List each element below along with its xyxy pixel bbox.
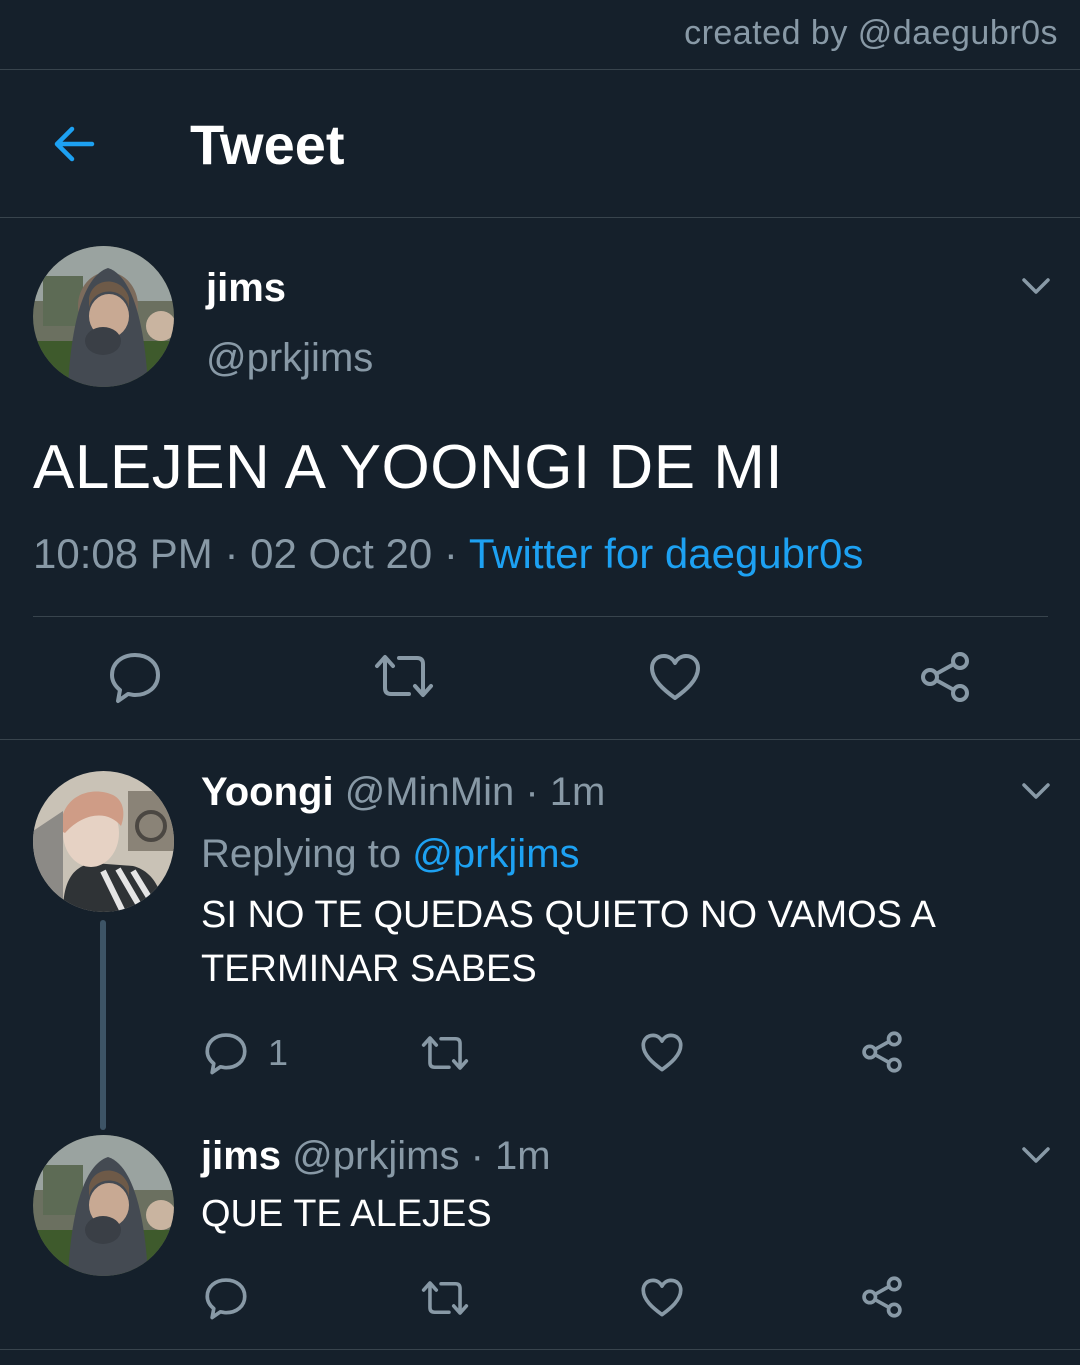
- avatar-image: [33, 246, 174, 387]
- heart-icon[interactable]: [640, 1032, 684, 1073]
- tweet-text: ALEJEN A YOONGI DE MI: [33, 433, 784, 502]
- comment-icon[interactable]: [204, 1031, 248, 1075]
- page-title: Tweet: [190, 113, 345, 176]
- share-icon[interactable]: [860, 1030, 904, 1074]
- avatar[interactable]: [33, 246, 174, 387]
- avatar[interactable]: [33, 1135, 174, 1276]
- heart-icon[interactable]: [640, 1277, 684, 1318]
- tweet-time: 10:08 PM: [33, 530, 213, 577]
- reply-author-name[interactable]: Yoongi: [201, 770, 334, 814]
- comment-icon[interactable]: [204, 1276, 248, 1320]
- reply-author-handle[interactable]: @MinMin: [345, 770, 515, 814]
- reply-text: QUE TE ALEJES: [201, 1193, 492, 1235]
- meta-separator: ·: [443, 530, 458, 577]
- divider: [0, 69, 1080, 70]
- replying-prefix: Replying to: [201, 832, 402, 876]
- reply-count: 1: [268, 1032, 289, 1073]
- tweet-date: 02 Oct 20: [250, 530, 433, 577]
- replying-to-link[interactable]: @prkjims: [412, 832, 579, 876]
- reply-time: · 1m: [470, 1134, 551, 1178]
- reply-text: SI NO TE QUEDAS QUIETO NO VAMOS A TERMIN…: [201, 894, 934, 990]
- back-arrow-icon[interactable]: [50, 120, 98, 168]
- divider: [0, 739, 1080, 740]
- replying-to: Replying to @prkjims: [201, 832, 580, 877]
- tweet-source-link[interactable]: Twitter for daegubr0s: [469, 530, 864, 577]
- chevron-down-icon[interactable]: [1021, 781, 1051, 801]
- reply-header: jims @prkjims · 1m: [201, 1134, 551, 1179]
- avatar-image: [33, 771, 174, 912]
- credit-text: created by @daegubr0s: [684, 14, 1058, 52]
- reply-header: Yoongi @MinMin · 1m: [201, 770, 605, 815]
- divider: [0, 1349, 1080, 1350]
- avatar-image: [33, 1135, 174, 1276]
- author-handle[interactable]: @prkjims: [206, 336, 373, 381]
- meta-separator: ·: [224, 530, 239, 577]
- share-icon[interactable]: [918, 650, 972, 704]
- share-icon[interactable]: [860, 1275, 904, 1319]
- chevron-down-icon[interactable]: [1021, 276, 1051, 296]
- thread-connector: [100, 920, 106, 1130]
- reply-time: · 1m: [525, 770, 606, 814]
- avatar[interactable]: [33, 771, 174, 912]
- comment-icon[interactable]: [108, 650, 162, 704]
- author-name[interactable]: jims: [206, 266, 286, 311]
- divider: [33, 616, 1048, 617]
- heart-icon[interactable]: [648, 652, 702, 702]
- reply-author-handle[interactable]: @prkjims: [292, 1134, 459, 1178]
- retweet-icon[interactable]: [420, 1034, 470, 1072]
- retweet-icon[interactable]: [420, 1279, 470, 1317]
- divider: [0, 217, 1080, 218]
- retweet-icon[interactable]: [373, 652, 435, 700]
- tweet-meta: 10:08 PM · 02 Oct 20 · Twitter for daegu…: [33, 530, 863, 578]
- chevron-down-icon[interactable]: [1021, 1145, 1051, 1165]
- reply-author-name[interactable]: jims: [201, 1134, 281, 1178]
